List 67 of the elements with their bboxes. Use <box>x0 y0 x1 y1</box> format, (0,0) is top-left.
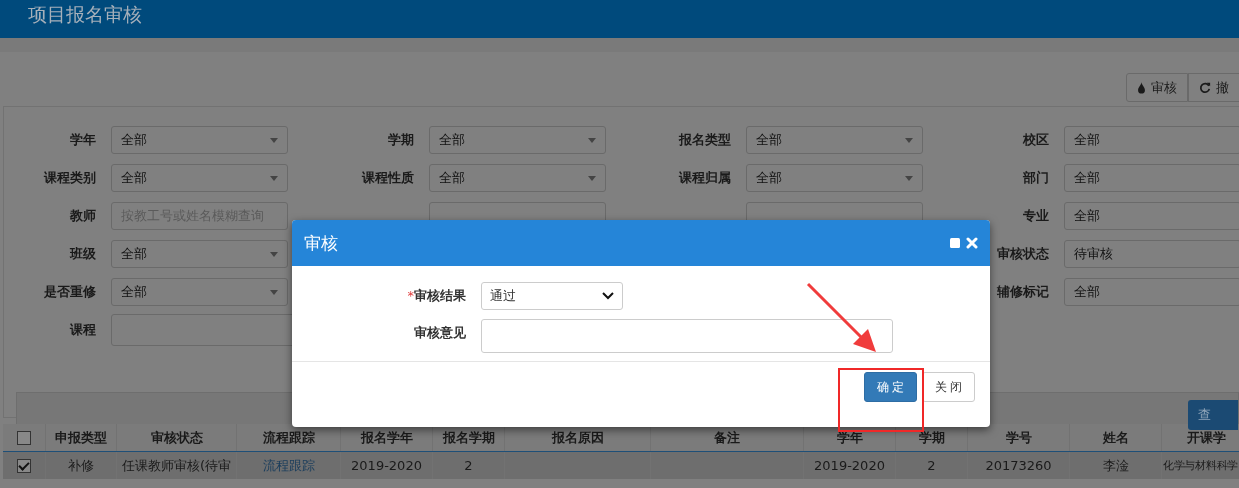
search-button[interactable]: 查 <box>1188 399 1238 430</box>
field-label: 是否重修 <box>43 283 97 301</box>
column-header: 审核状态 <box>117 424 237 451</box>
caret-icon <box>270 175 278 181</box>
select-field[interactable]: 待审核 <box>1064 240 1239 268</box>
column-header: 姓名 <box>1070 424 1162 451</box>
arrow <box>806 282 876 352</box>
close-icon[interactable] <box>966 237 978 249</box>
column-header: 申报类型 <box>46 424 117 451</box>
table-cell: 2019-2020 <box>814 458 885 473</box>
comment-field[interactable] <box>481 319 893 353</box>
table-cell: 2 <box>464 458 473 473</box>
select-field[interactable]: 全部 <box>1064 126 1239 154</box>
toolbar-button[interactable]: 撤 <box>1188 73 1239 102</box>
field-label: 学年 <box>69 131 97 149</box>
select-field[interactable]: 全部 <box>1064 164 1239 192</box>
field-label: 课程 <box>68 321 97 339</box>
field-label: 审核状态 <box>996 245 1050 263</box>
select-field[interactable]: 全部 <box>746 164 923 192</box>
table-cell: 2019-2020 <box>351 458 422 473</box>
select-field[interactable]: 全部 <box>111 240 288 268</box>
caret-icon <box>270 289 278 295</box>
chevron-icon <box>602 292 614 300</box>
select-field[interactable]: 全部 <box>429 126 606 154</box>
drop-icon <box>1137 81 1146 94</box>
field-label: 校区 <box>1022 131 1050 149</box>
field-label: 审核意见 <box>413 324 467 342</box>
select-field[interactable]: 全部 <box>1064 202 1239 230</box>
caret-icon <box>588 175 596 181</box>
table-row[interactable]: 补修 任课教师审核(待审 流程跟踪 2019-2020 2 2019-2020 2 20173260 李淦 化学与材料科学 <box>3 452 1239 479</box>
field-label: 辅修标记 <box>996 283 1050 301</box>
field-label: 部门 <box>1022 169 1050 187</box>
field-label: 课程归属 <box>677 169 732 187</box>
table-cell: 2 <box>927 458 936 473</box>
field-label: 班级 <box>68 245 97 263</box>
page-title: 项目报名审核 <box>28 2 142 27</box>
select-field[interactable]: 全部 <box>746 126 923 154</box>
caret-icon <box>270 137 278 143</box>
select-field[interactable]: 全部 <box>111 164 288 192</box>
caret-icon <box>905 137 913 143</box>
table-cell: 20173260 <box>985 458 1052 473</box>
table-cell: 李淦 <box>1102 456 1129 475</box>
dialog-title: 审核 <box>304 231 338 255</box>
select-field[interactable]: 全部 <box>429 164 606 192</box>
field-label: *审核结果 <box>406 287 467 305</box>
field-label: 教师 <box>69 207 97 225</box>
confirm-button[interactable]: 确 定 <box>864 372 917 402</box>
checkbox[interactable] <box>17 458 31 473</box>
caret-icon <box>270 251 278 257</box>
refresh-icon <box>1199 81 1211 94</box>
close-button[interactable]: 关 闭 <box>922 372 975 402</box>
select-field[interactable]: 全部 <box>111 278 288 306</box>
toolbar-button[interactable]: 审核 <box>1126 73 1188 102</box>
table-cell: 化学与材料科学 <box>1163 458 1238 473</box>
table-cell: 任课教师审核(待审 <box>121 456 232 475</box>
field-label: 报名类型 <box>677 131 732 149</box>
caret-icon <box>588 137 596 143</box>
table-cell: 补修 <box>68 456 94 475</box>
select-field[interactable]: 全部 <box>1064 278 1239 306</box>
checkbox[interactable] <box>17 430 31 445</box>
select-field[interactable]: 通过 <box>481 282 623 310</box>
field-label: 课程性质 <box>360 169 415 187</box>
field-label: 专业 <box>1022 207 1050 225</box>
field-label: 学期 <box>387 131 415 149</box>
caret-icon <box>905 175 913 181</box>
field-label: 课程类别 <box>42 169 97 187</box>
select-field[interactable]: 全部 <box>111 126 288 154</box>
